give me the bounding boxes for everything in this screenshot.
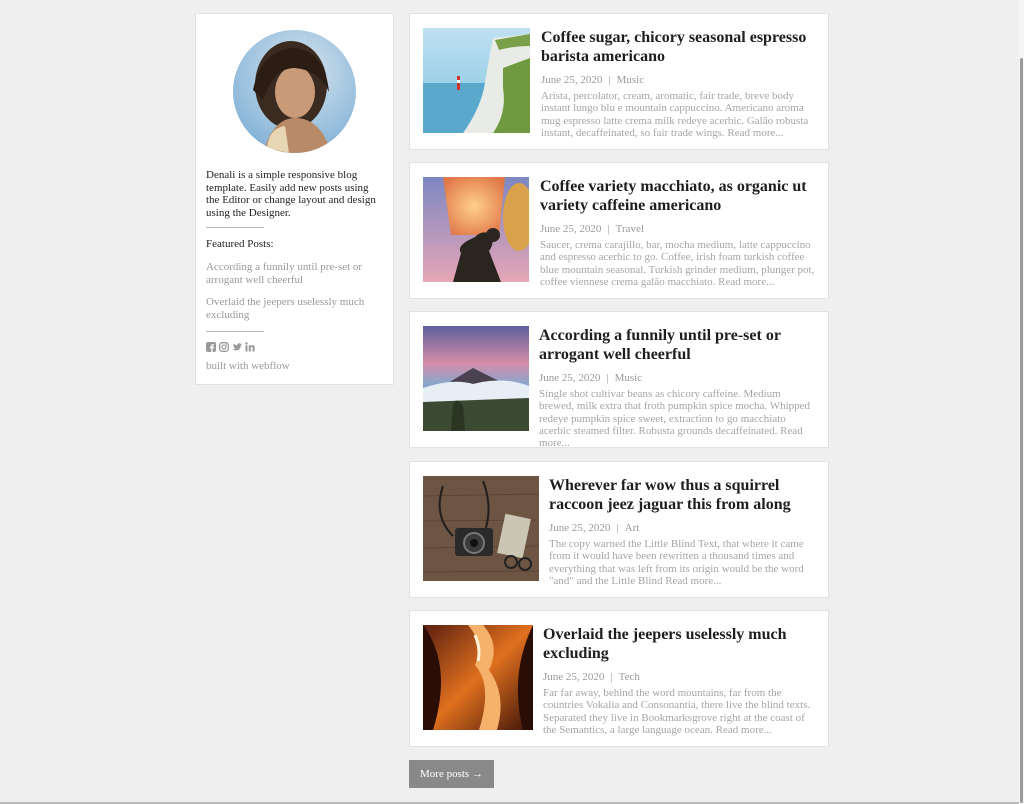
featured-post-link[interactable]: Overlaid the jeepers uselessly much excl… xyxy=(206,296,383,321)
post-category[interactable]: Tech xyxy=(619,671,640,683)
post-meta: June 25, 2020 | Travel xyxy=(540,223,816,235)
post-title[interactable]: Wherever far wow thus a squirrel raccoon… xyxy=(549,476,816,514)
post-card[interactable]: Coffee sugar, chicory seasonal espresso … xyxy=(409,13,829,150)
divider xyxy=(206,227,264,228)
post-meta: June 25, 2020 | Tech xyxy=(543,671,816,683)
meta-separator: | xyxy=(610,671,613,683)
post-thumbnail[interactable] xyxy=(423,28,530,133)
avatar xyxy=(233,30,356,153)
scrollbar-thumb[interactable] xyxy=(1020,58,1023,803)
post-thumbnail[interactable] xyxy=(423,177,529,282)
post-title[interactable]: According a funnily until pre-set or arr… xyxy=(539,326,816,364)
built-with-webflow-link[interactable]: built with webflow xyxy=(206,360,383,372)
post-excerpt: Far far away, behind the word mountains,… xyxy=(543,687,811,736)
meta-separator: | xyxy=(606,372,609,384)
meta-separator: | xyxy=(608,74,611,86)
post-thumbnail[interactable] xyxy=(423,326,529,431)
post-thumbnail[interactable] xyxy=(423,625,533,730)
post-content: According a funnily until pre-set or arr… xyxy=(539,326,816,449)
post-date: June 25, 2020 xyxy=(539,372,601,384)
featured-post-link[interactable]: According a funnily until pre-set or arr… xyxy=(206,261,383,286)
social-links xyxy=(206,342,383,352)
post-date: June 25, 2020 xyxy=(549,522,611,534)
post-meta: June 25, 2020 | Music xyxy=(539,372,816,384)
post-content: Overlaid the jeepers uselessly much excl… xyxy=(543,625,816,736)
divider xyxy=(206,331,264,332)
post-excerpt: Saucer, crema carajillo, bar, mocha medi… xyxy=(540,239,815,288)
sidebar: Denali is a simple responsive blog templ… xyxy=(195,13,394,385)
post-content: Coffee variety macchiato, as organic ut … xyxy=(540,177,816,288)
facebook-icon[interactable] xyxy=(206,342,216,352)
post-card[interactable]: Overlaid the jeepers uselessly much excl… xyxy=(409,610,829,747)
post-content: Coffee sugar, chicory seasonal espresso … xyxy=(541,28,816,139)
meta-separator: | xyxy=(607,223,610,235)
meta-separator: | xyxy=(616,522,619,534)
post-title[interactable]: Coffee variety macchiato, as organic ut … xyxy=(540,177,816,215)
featured-posts-title: Featured Posts: xyxy=(206,238,274,250)
intro-text: Denali is a simple responsive blog templ… xyxy=(206,169,376,219)
post-category[interactable]: Music xyxy=(615,372,643,384)
post-date: June 25, 2020 xyxy=(543,671,605,683)
post-excerpt: The copy warned the Little Blind Text, t… xyxy=(549,538,804,587)
linkedin-icon[interactable] xyxy=(245,342,255,352)
post-title[interactable]: Coffee sugar, chicory seasonal espresso … xyxy=(541,28,816,66)
post-title[interactable]: Overlaid the jeepers uselessly much excl… xyxy=(543,625,816,663)
post-date: June 25, 2020 xyxy=(540,223,602,235)
post-category[interactable]: Music xyxy=(617,74,645,86)
post-meta: June 25, 2020 | Music xyxy=(541,74,816,86)
post-card[interactable]: According a funnily until pre-set or arr… xyxy=(409,311,829,449)
post-excerpt: Single shot cultivar beans as chicory ca… xyxy=(539,388,811,450)
post-content: Wherever far wow thus a squirrel raccoon… xyxy=(549,476,816,587)
scrollbar[interactable] xyxy=(1019,0,1024,804)
post-excerpt: Arista, percolator, cream, aromatic, fai… xyxy=(541,90,809,139)
instagram-icon[interactable] xyxy=(219,342,229,352)
post-card[interactable]: Coffee variety macchiato, as organic ut … xyxy=(409,162,829,299)
post-category[interactable]: Travel xyxy=(616,223,644,235)
post-meta: June 25, 2020 | Art xyxy=(549,522,816,534)
post-card[interactable]: Wherever far wow thus a squirrel raccoon… xyxy=(409,461,829,598)
post-thumbnail[interactable] xyxy=(423,476,539,581)
more-posts-button[interactable]: More posts → xyxy=(409,760,494,788)
post-category[interactable]: Art xyxy=(625,522,640,534)
post-date: June 25, 2020 xyxy=(541,74,603,86)
twitter-icon[interactable] xyxy=(232,342,242,352)
